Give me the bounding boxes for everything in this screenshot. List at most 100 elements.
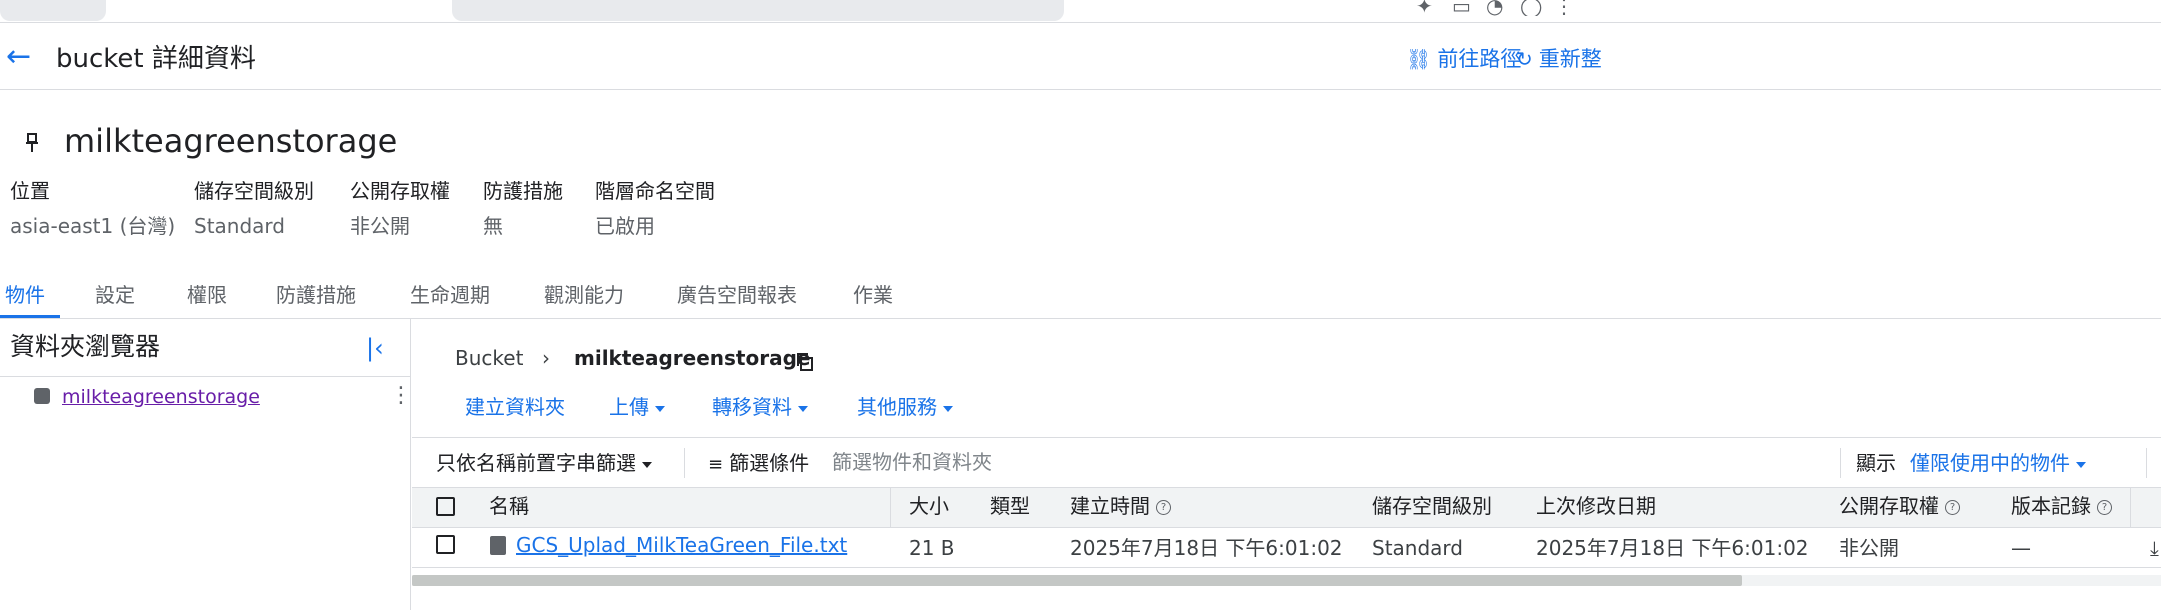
upload-label: 上傳 (609, 395, 649, 419)
breadcrumb-chevron-icon: › (542, 346, 550, 370)
tab-operations[interactable]: 作業 (853, 280, 893, 310)
link-icon: ⛓ (1406, 47, 1432, 71)
meta-value-public-access: 非公開 (350, 214, 410, 238)
tab-lifecycle[interactable]: 生命週期 (410, 280, 490, 310)
tab-permissions[interactable]: 權限 (187, 280, 227, 310)
other-services-button[interactable]: 其他服務 (857, 393, 953, 421)
select-all-checkbox[interactable] (436, 497, 455, 516)
column-divider (890, 487, 891, 527)
back-arrow-icon[interactable]: ← (6, 42, 36, 72)
show-filter-caret-icon (2076, 461, 2086, 468)
show-filter-dropdown[interactable]: 僅限使用中的物件 (1910, 449, 2086, 477)
column-header-public-access-label: 公開存取權 (1839, 494, 1939, 518)
refresh-icon: ↻ (1516, 47, 1533, 71)
column-header-modified[interactable]: 上次修改日期 (1536, 491, 1656, 521)
page-title: bucket 詳細資料 (56, 44, 256, 74)
filter-button[interactable]: ≡ 篩選條件 (708, 449, 809, 479)
header-divider (0, 89, 2161, 90)
help-icon[interactable]: ? (1156, 500, 1171, 515)
prefix-filter-dropdown[interactable]: 只依名稱前置字串篩選 (436, 449, 652, 477)
refresh-label: 重新整 (1538, 47, 1602, 71)
gemini-icon[interactable]: ✦ (1416, 0, 1442, 16)
more-vert-icon[interactable]: ⋮ (1554, 0, 1580, 16)
upload-dropdown-icon (655, 405, 665, 412)
meta-value-hns: 已啟用 (595, 214, 655, 238)
project-selector[interactable] (0, 0, 106, 21)
file-name-link[interactable]: GCS_Uplad_MilkTeaGreen_File.txt (516, 530, 847, 560)
cell-public-access: 非公開 (1839, 536, 1899, 560)
show-filter-value: 僅限使用中的物件 (1910, 451, 2070, 475)
column-header-storage-class[interactable]: 儲存空間級別 (1372, 491, 1492, 521)
tab-objects[interactable]: 物件 (5, 280, 45, 310)
create-folder-button[interactable]: 建立資料夾 (465, 393, 565, 421)
other-services-dropdown-icon (943, 405, 953, 412)
tab-protection[interactable]: 防護措施 (276, 280, 356, 310)
transfer-dropdown-icon (798, 405, 808, 412)
transfer-data-button[interactable]: 轉移資料 (712, 393, 808, 421)
column-header-created[interactable]: 建立時間? (1070, 491, 1171, 521)
meta-value-location: asia-east1 (台灣) (10, 214, 176, 238)
collapse-panel-icon[interactable]: |‹ (366, 333, 384, 363)
tab-observability[interactable]: 觀測能力 (544, 280, 624, 310)
tab-inventory-reports[interactable]: 廣告空間報表 (677, 280, 797, 310)
console-search-bar[interactable] (452, 0, 1064, 21)
horizontal-scrollbar-thumb[interactable] (412, 575, 1742, 586)
filter-label: 篩選條件 (729, 451, 810, 475)
refresh-button[interactable]: ↻ 重新整 (1516, 45, 1602, 73)
cell-created: 2025年7月18日 下午6:01:02 (1070, 536, 1343, 560)
show-separator (1840, 448, 1841, 478)
meta-label-location: 位置 (10, 179, 50, 203)
column-header-name[interactable]: 名稱 (489, 491, 529, 521)
column-header-public-access[interactable]: 公開存取權? (1839, 491, 1960, 521)
help-icon[interactable]: ? (1945, 500, 1960, 515)
cell-size: 21 B (909, 536, 955, 560)
breadcrumb-root[interactable]: Bucket (455, 344, 523, 372)
meta-label-public-access: 公開存取權 (350, 179, 450, 203)
column-header-version[interactable]: 版本記錄? (2011, 491, 2112, 521)
meta-label-protection: 防護措施 (483, 179, 563, 203)
download-icon[interactable]: ⤓ (2150, 533, 2159, 563)
more-vert-icon[interactable]: ⋮ (390, 384, 412, 408)
tabs-divider (0, 318, 2161, 319)
column-header-version-label: 版本記錄 (2011, 494, 2091, 518)
breadcrumb-current: milkteagreenstorage (574, 346, 811, 370)
panel-divider (410, 318, 411, 610)
cloud-shell-icon[interactable]: ▭ (1452, 0, 1478, 16)
go-to-path-label: 前往路徑 (1437, 47, 1522, 71)
meta-label-hns: 階層命名空間 (595, 179, 715, 203)
tab-configuration[interactable]: 設定 (95, 280, 135, 310)
upload-button[interactable]: 上傳 (609, 393, 665, 421)
filter-end-separator (2146, 448, 2147, 478)
folder-browser-title: 資料夾瀏覽器 (10, 332, 161, 361)
cell-storage-class: Standard (1372, 536, 1463, 560)
column-header-type[interactable]: 類型 (990, 491, 1030, 521)
show-label: 顯示 (1856, 451, 1896, 475)
column-header-created-label: 建立時間 (1070, 494, 1150, 518)
bucket-icon (34, 388, 50, 404)
go-to-path-button[interactable]: ⛓ 前往路徑 (1406, 45, 1521, 73)
cell-version: — (2011, 536, 2031, 560)
transfer-data-label: 轉移資料 (712, 395, 792, 419)
file-icon (490, 536, 506, 555)
toolbar-divider (412, 437, 2161, 438)
meta-value-protection: 無 (483, 214, 503, 238)
notifications-icon[interactable]: ◔ (1486, 0, 1512, 16)
row-checkbox[interactable] (436, 535, 455, 554)
meta-label-storage-class: 儲存空間級別 (194, 179, 314, 203)
help-icon[interactable]: ? (2097, 500, 2112, 515)
cell-modified: 2025年7月18日 下午6:01:02 (1536, 536, 1809, 560)
prefix-filter-label: 只依名稱前置字串篩選 (436, 451, 636, 475)
filter-objects-input[interactable] (832, 447, 1352, 477)
help-icon[interactable]: ◯ (1520, 0, 1546, 16)
column-header-size[interactable]: 大小 (909, 491, 949, 521)
chrome-divider (0, 22, 2161, 23)
filter-list-icon: ≡ (708, 454, 724, 475)
filter-separator (684, 448, 685, 478)
copy-icon[interactable] (796, 352, 814, 372)
table-header-top-border (412, 487, 2161, 488)
table-header-bottom-border (412, 527, 2161, 528)
pin-icon[interactable] (26, 133, 38, 153)
folder-tree-item-label[interactable]: milkteagreenstorage (62, 382, 260, 412)
column-divider (2130, 487, 2131, 527)
prefix-filter-caret-icon (642, 461, 652, 468)
